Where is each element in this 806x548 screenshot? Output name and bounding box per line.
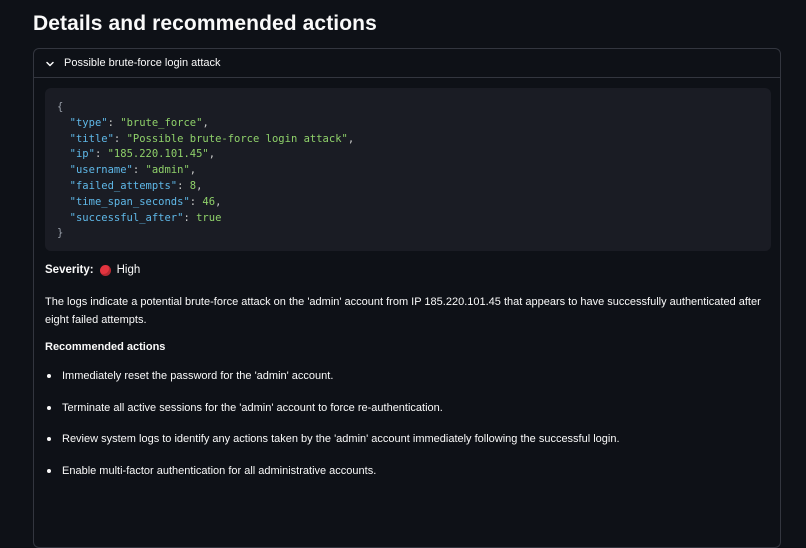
json-key: "type" <box>69 116 108 129</box>
alert-expander: Possible brute-force login attack { "typ… <box>33 48 781 548</box>
json-value: "admin" <box>145 164 190 177</box>
severity-label: Severity: <box>45 264 94 276</box>
json-key: "username" <box>69 164 133 177</box>
list-item: Enable multi-factor authentication for a… <box>45 464 620 496</box>
severity-value: High <box>116 264 141 276</box>
json-value: 46 <box>202 195 216 208</box>
json-line: "failed_attempts": 8, <box>69 179 203 192</box>
json-code-block: { "type": "brute_force", "title": "Possi… <box>45 88 771 251</box>
severity-row: Severity: High <box>45 264 140 276</box>
page-title: Details and recommended actions <box>33 12 377 35</box>
json-value: "brute_force" <box>120 116 203 129</box>
json-line: "ip": "185.220.101.45", <box>69 148 216 161</box>
list-item: Review system logs to identify any actio… <box>45 432 620 464</box>
expander-header[interactable]: Possible brute-force login attack <box>34 49 780 78</box>
json-line: "type": "brute_force", <box>69 116 209 129</box>
json-open-brace: { <box>57 101 64 113</box>
recommended-actions-title: Recommended actions <box>45 341 166 353</box>
json-line: "title": "Possible brute-force login att… <box>69 132 355 145</box>
expander-title: Possible brute-force login attack <box>64 57 221 69</box>
list-item: Immediately reset the password for the '… <box>45 369 620 401</box>
list-item: Terminate all active sessions for the 'a… <box>45 401 620 433</box>
json-line: "username": "admin", <box>69 164 197 177</box>
json-key: "time_span_seconds" <box>69 195 190 208</box>
recommended-actions-list: Immediately reset the password for the '… <box>45 369 620 495</box>
alert-description: The logs indicate a potential brute-forc… <box>45 296 761 326</box>
chevron-down-icon <box>44 57 56 69</box>
json-key: "failed_attempts" <box>69 179 178 192</box>
red-circle-icon <box>99 264 111 276</box>
json-line: "successful_after": true <box>69 211 222 224</box>
json-value: "Possible brute-force login attack" <box>126 132 348 145</box>
json-key: "ip" <box>69 148 95 161</box>
json-value: "185.220.101.45" <box>107 148 209 161</box>
json-key: "title" <box>69 132 114 145</box>
json-close-brace: } <box>57 227 64 240</box>
json-line: "time_span_seconds": 46, <box>69 195 222 208</box>
json-value: true <box>196 211 222 224</box>
json-key: "successful_after" <box>69 211 184 224</box>
